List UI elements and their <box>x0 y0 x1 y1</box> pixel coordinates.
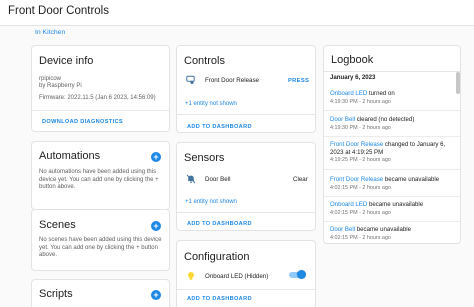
log-message: became unavailable <box>383 176 440 183</box>
log-entity-link[interactable]: Door Bell <box>330 226 355 233</box>
add-script-button[interactable]: + <box>151 290 161 300</box>
log-time: 4:19:30 PM - 2 hours ago <box>330 124 391 131</box>
log-message: became unavailable <box>355 226 411 233</box>
sensors-add-to-dashboard-button[interactable]: ADD TO DASHBOARD <box>187 221 252 227</box>
add-automation-button[interactable]: + <box>151 152 161 162</box>
sensors-hidden-entities-link[interactable]: +1 entity not shown <box>185 199 237 205</box>
logbook-card: Logbook January 6, 2023 Onboard LED turn… <box>323 45 461 244</box>
logbook-scrollbar[interactable] <box>456 72 460 94</box>
log-time: 4:02:15 PM - 2 hours ago <box>330 209 391 216</box>
automations-empty-text: No automations have been added using thi… <box>39 169 159 191</box>
device-manufacturer: by Raspberry Pi <box>39 83 82 89</box>
scenes-empty-text: No scenes have been added using this dev… <box>39 237 162 259</box>
scripts-title: Scripts <box>39 288 73 300</box>
log-message: turned on <box>367 90 395 97</box>
controls-hidden-entities-link[interactable]: +1 entity not shown <box>185 101 237 107</box>
controls-add-to-dashboard-button[interactable]: ADD TO DASHBOARD <box>187 124 252 130</box>
card-divider <box>177 212 315 213</box>
device-info-card: Device info rpipicow by Raspberry Pi Fir… <box>31 45 170 132</box>
log-entity-link[interactable]: Door Bell <box>330 116 355 123</box>
device-firmware: Firmware: 2022.11.5 (Jan 6 2023, 14:56:0… <box>39 95 156 101</box>
add-scene-button[interactable]: + <box>151 221 161 231</box>
log-divider <box>324 221 460 222</box>
configuration-entity-name[interactable]: Onboard LED (Hidden) <box>205 273 268 280</box>
log-message: cleared (no detected) <box>355 116 415 123</box>
automations-card: Automations + No automations have been a… <box>31 141 170 210</box>
log-message: became unavailable <box>367 201 424 208</box>
log-entity-link[interactable]: Front Door Release <box>330 141 383 148</box>
card-divider <box>177 114 315 115</box>
log-entity-link[interactable]: Front Door Release <box>330 176 383 183</box>
controls-card: Controls Front Door Release PRESS +1 ent… <box>176 45 316 133</box>
page-title: Front Door Controls <box>8 5 109 17</box>
top-app-bar: Front Door Controls <box>0 0 474 26</box>
area-link[interactable]: In Kitchen <box>35 29 65 36</box>
log-entity-link[interactable]: Onboard LED <box>330 90 367 97</box>
log-time: 4:02:15 PM - 2 hours ago <box>330 234 391 241</box>
door-bell-state: Clear <box>293 176 308 183</box>
log-entry: Front Door Release became unavailable 4:… <box>330 176 446 191</box>
log-entry: Door Bell became unavailable 4:02:15 PM … <box>330 226 446 241</box>
log-divider <box>324 169 460 170</box>
log-entry: Door Bell cleared (no detected) 4:19:30 … <box>330 116 446 131</box>
device-info-title: Device info <box>39 55 94 67</box>
card-divider <box>324 71 460 72</box>
configuration-title: Configuration <box>184 251 250 263</box>
sensors-title: Sensors <box>184 152 225 164</box>
scenes-title: Scenes <box>39 219 76 231</box>
logbook-title: Logbook <box>331 54 374 66</box>
lightbulb-icon <box>188 272 194 280</box>
press-button[interactable]: PRESS <box>288 78 309 84</box>
sensors-card: Sensors Door Bell Clear +1 entity not sh… <box>176 142 316 231</box>
controls-entity-name[interactable]: Front Door Release <box>205 77 259 84</box>
log-entry: Front Door Release changed to January 6,… <box>330 141 446 163</box>
log-divider <box>324 196 460 197</box>
card-divider <box>177 289 315 290</box>
log-entity-link[interactable]: Onboard LED <box>330 201 367 208</box>
log-time: 4:02:15 PM - 2 hours ago <box>330 184 391 191</box>
toggle-knob[interactable] <box>297 270 306 279</box>
sensors-entity-name[interactable]: Door Bell <box>205 176 230 183</box>
gesture-tap-button-icon <box>186 75 195 84</box>
log-divider <box>324 110 460 111</box>
configuration-add-to-dashboard-button[interactable]: ADD TO DASHBOARD <box>187 296 252 302</box>
log-time: 4:19:30 PM - 2 hours ago <box>330 98 391 105</box>
scenes-card: Scenes + No scenes have been added using… <box>31 209 170 271</box>
bell-off-icon <box>186 174 196 184</box>
log-divider <box>324 136 460 137</box>
log-entry: Onboard LED became unavailable 4:02:15 P… <box>330 201 446 216</box>
scripts-card: Scripts + <box>31 279 170 307</box>
controls-title: Controls <box>184 55 225 67</box>
log-entry: Onboard LED turned on 4:19:30 PM - 2 hou… <box>330 90 446 105</box>
download-diagnostics-button[interactable]: DOWNLOAD DIAGNOSTICS <box>42 119 123 125</box>
automations-title: Automations <box>39 150 101 162</box>
log-time: 4:19:25 PM - 2 hours ago <box>330 157 391 164</box>
logbook-date: January 6, 2023 <box>330 74 376 81</box>
card-divider <box>32 110 169 111</box>
